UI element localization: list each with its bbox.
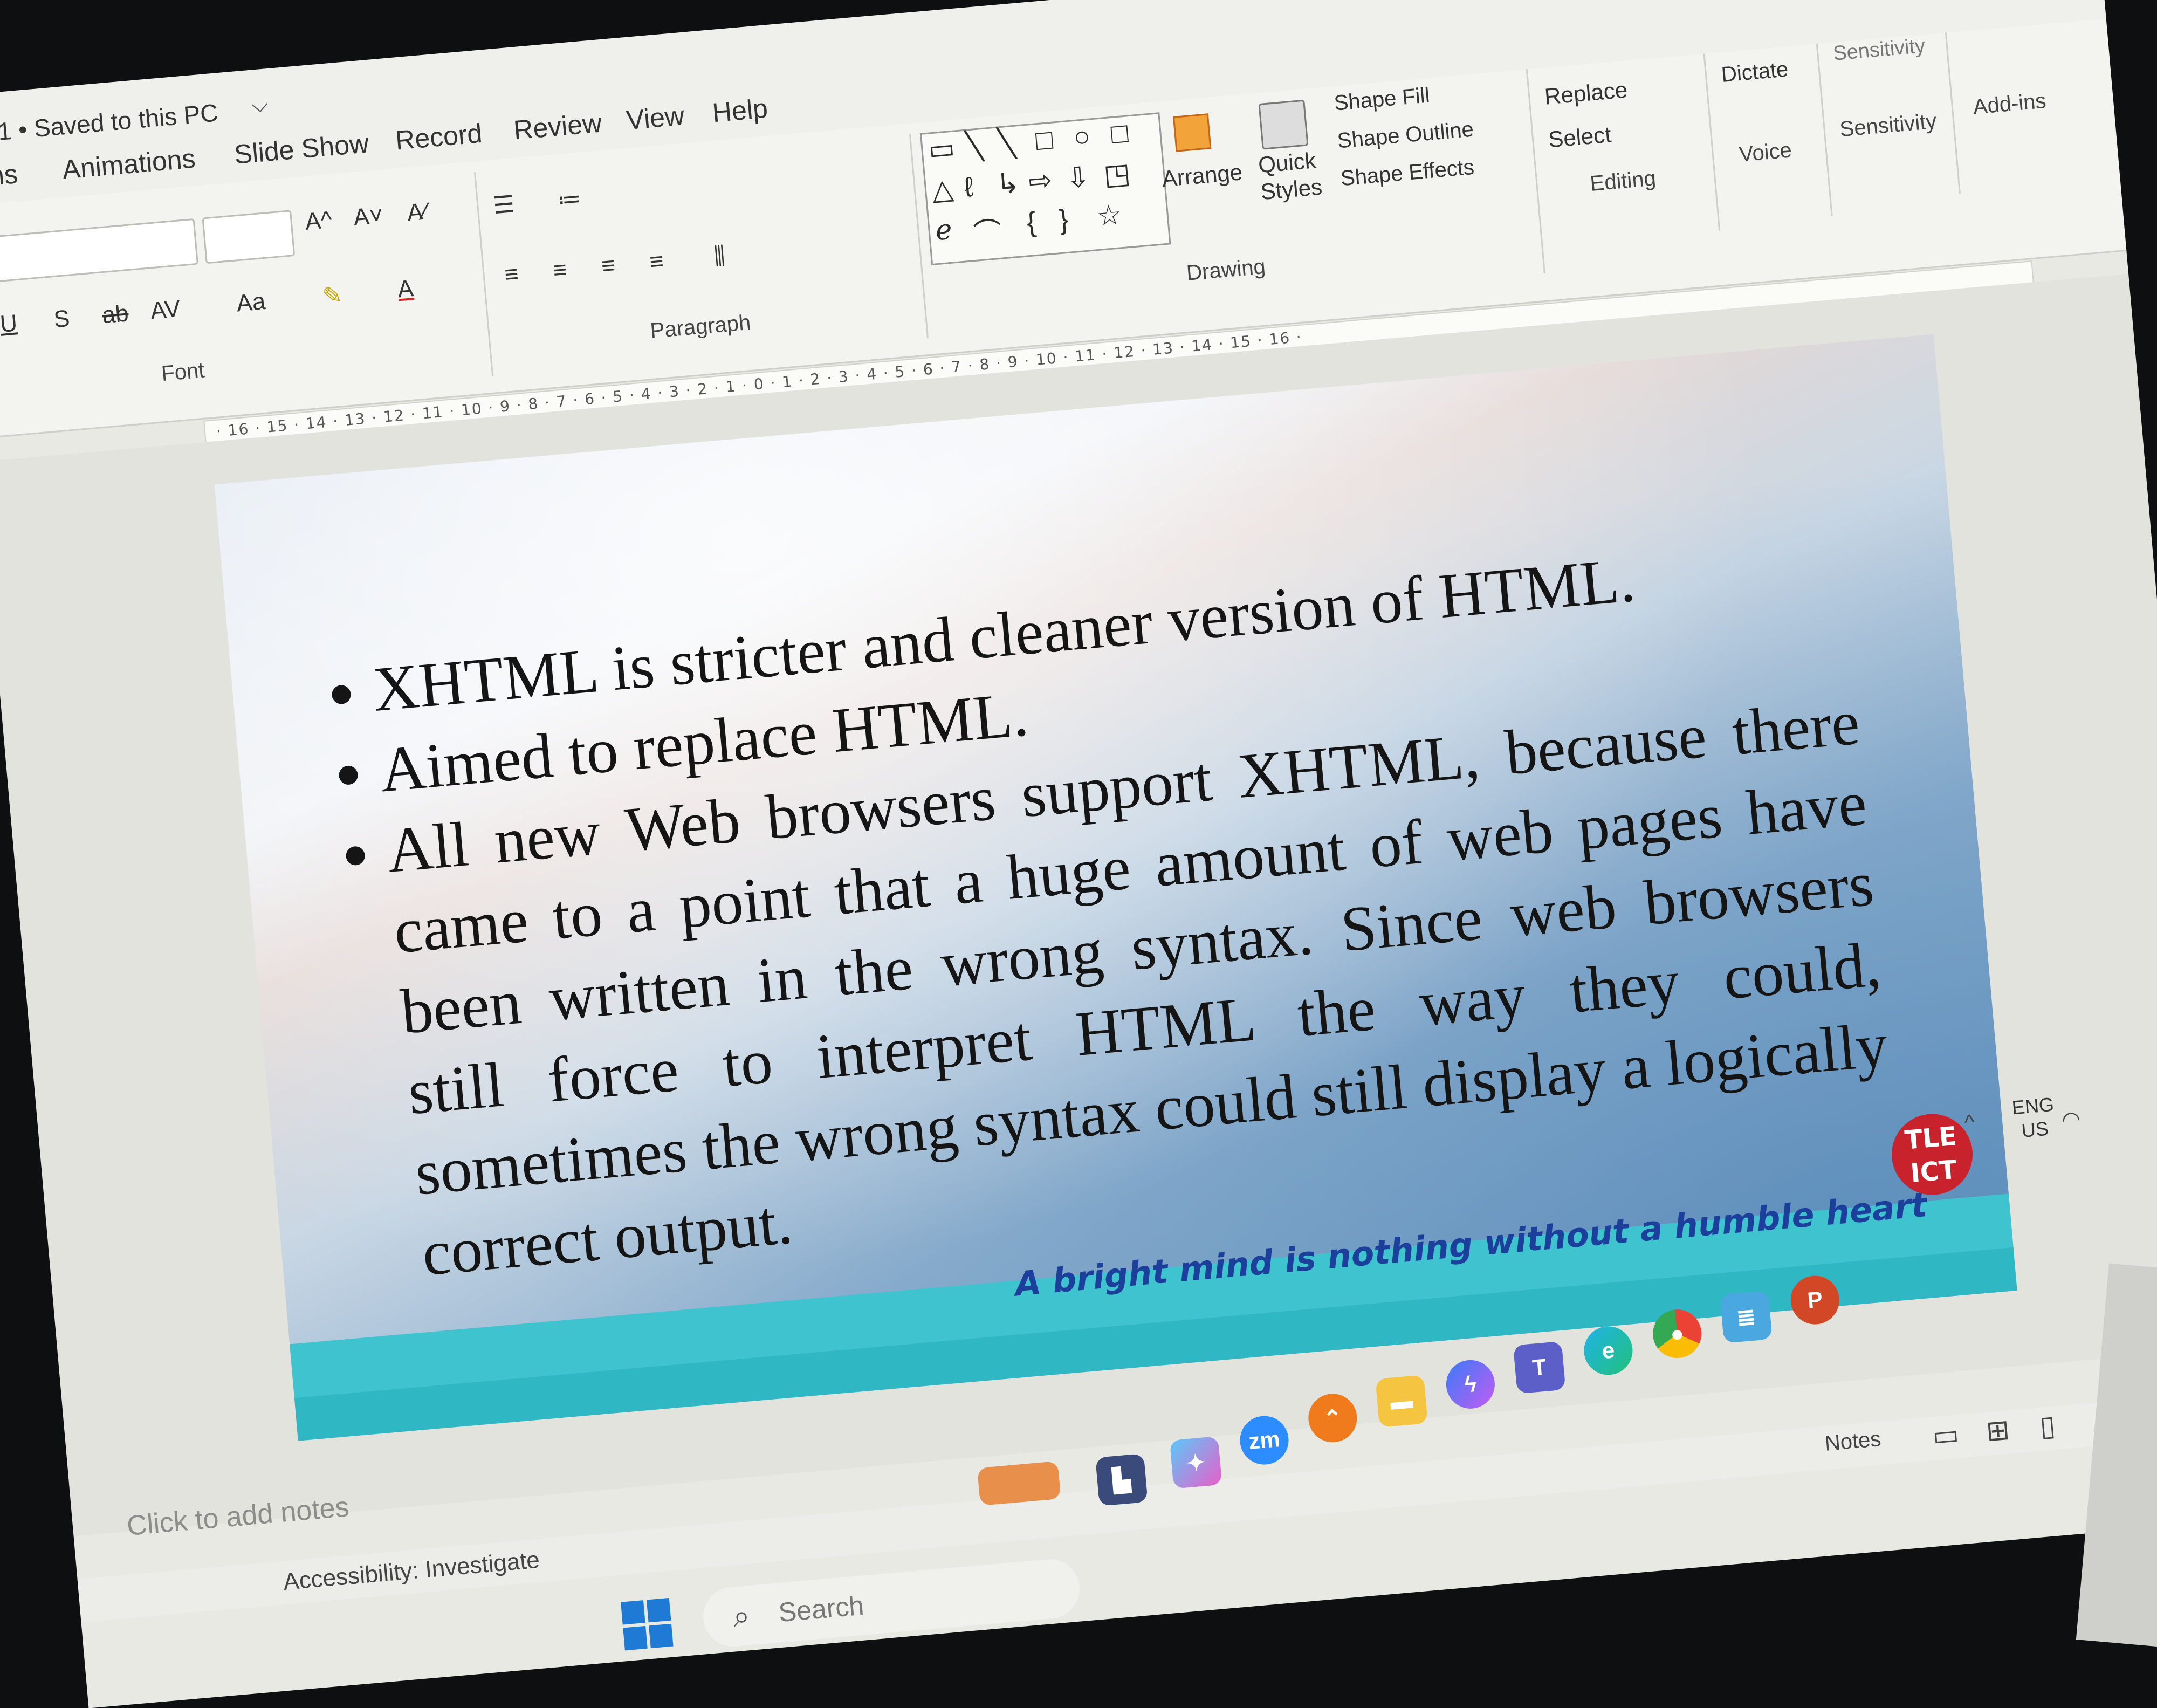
tle-ict-logo: TLE ICT [1888,1110,1976,1198]
tab-review[interactable]: Review [512,107,603,146]
ribbon-divider [1945,32,1961,194]
clear-formatting-button[interactable]: A⁄ [406,198,428,227]
chevron-down-icon[interactable]: ⌵ [251,92,269,118]
align-right-icon[interactable]: ≡ [600,252,616,280]
search-icon: ⌕ [731,1598,752,1634]
underline-button[interactable]: U [0,310,18,338]
quick-styles-icon[interactable] [1258,99,1309,150]
curve-shape[interactable]: ℯ [934,214,953,247]
strikethrough-button[interactable]: ab [101,300,129,329]
search-placeholder: Search [777,1590,865,1628]
slide-sorter-icon[interactable]: ⊞ [1985,1414,2011,1448]
font-name-combo[interactable] [0,218,198,285]
slide-body-textbox[interactable]: XHTML is stricter and cleaner version of… [311,521,1898,1300]
elbow-arrow-shape[interactable]: ↳ [995,167,1021,201]
tab-record[interactable]: Record [394,118,484,156]
text-box-shape[interactable]: ▭ [927,132,956,167]
arrange-button[interactable]: Arrange [1161,159,1244,192]
font-color-button[interactable]: A [396,275,415,303]
ribbon-divider [473,172,494,376]
align-left-icon[interactable]: ≡ [504,260,520,289]
ribbon-divider [1703,53,1721,231]
font-size-combo[interactable] [202,210,296,264]
tab-transitions[interactable]: itions [0,158,19,195]
left-brace-shape[interactable]: { [1025,206,1038,239]
columns-icon[interactable]: ⫼ [713,242,726,270]
bullet-list: XHTML is stricter and cleaner version of… [311,521,1898,1300]
select-button[interactable]: Select [1547,121,1612,153]
taskbar-widget-icon[interactable] [977,1461,1061,1506]
system-tray[interactable]: ENG US [2011,1093,2057,1143]
drawing-group-label: Drawing [1185,255,1267,285]
arrow-line-shape[interactable]: ╲ [997,127,1016,161]
copilot-icon[interactable]: ✦ [1169,1436,1222,1489]
change-case-button[interactable]: Aa [235,288,266,318]
shapes-gallery[interactable]: ▭ ╲ ╲ □ ○ □ △ ℓ ↳ ⇨ ⇩ ◳ ℯ ⌒ { } ☆ [919,112,1171,266]
arc-shape[interactable]: ⌒ [972,209,1003,252]
replace-button[interactable]: Replace [1543,77,1629,109]
add-ins-group-label: Add-ins [1972,88,2048,119]
grow-font-button[interactable]: A^ [304,207,333,236]
numbering-icon[interactable]: ≔ [557,184,582,214]
tab-help[interactable]: Help [711,93,770,129]
oval-shape[interactable]: ○ [1072,120,1092,154]
screen: Q1L1 • Saved to this PC ⌵ itions Animati… [0,0,2157,1708]
justify-icon[interactable]: ≡ [649,248,665,276]
ribbon-divider [1816,44,1833,216]
ribbon-divider [1526,69,1545,274]
shape-fill-button[interactable]: Shape Fill [1333,83,1431,115]
accessibility-status[interactable]: Accessibility: Investigate [282,1547,540,1596]
reading-view-icon[interactable]: ▯ [2038,1410,2057,1443]
shape-effects-button[interactable]: Shape Effects [1339,155,1475,191]
bullets-icon[interactable]: ☰ [492,190,516,219]
tab-slide-show[interactable]: Slide Show [233,127,370,170]
taskbar-search[interactable]: ⌕ Search [700,1556,1082,1649]
normal-view-icon[interactable]: ▭ [1931,1418,1960,1452]
language-indicator-2: US [2021,1117,2050,1142]
align-center-icon[interactable]: ≡ [552,256,568,284]
highlight-icon[interactable]: ✎ [321,282,344,311]
font-group-label: Font [160,358,206,386]
character-spacing-button[interactable]: AV [149,296,182,325]
shadow-button[interactable]: S [53,305,71,333]
folder-icon[interactable]: ▬ [1375,1375,1428,1428]
right-brace-shape[interactable]: } [1057,203,1070,236]
chevron-up-icon[interactable]: ^ [1963,1110,1976,1135]
voice-group-label: Voice [1738,138,1793,167]
tab-view[interactable]: View [625,100,685,136]
sensitivity-group-label: Sensitivity [1838,109,1938,142]
arrange-icon[interactable] [1172,113,1212,152]
rounded-rect-shape[interactable]: □ [1110,116,1130,150]
logo-text-line2: ICT [1909,1154,1958,1189]
editing-group-label: Editing [1589,166,1657,196]
quick-styles-label[interactable]: Quick [1257,147,1317,178]
teams-icon[interactable]: T [1513,1341,1566,1394]
rectangle-shape[interactable]: □ [1034,124,1054,157]
notes-toggle-button[interactable]: Notes [1824,1427,1882,1456]
file-explorer-icon[interactable]: ▙ [1095,1453,1148,1506]
dictate-button[interactable]: Dictate [1720,57,1789,87]
right-arrow-shape[interactable]: ⇨ [1027,164,1054,198]
language-indicator-1: ENG [2011,1093,2055,1119]
triangle-shape[interactable]: △ [931,173,955,207]
callout-shape[interactable]: ◳ [1102,157,1131,191]
slide[interactable]: XHTML is stricter and cleaner version of… [214,334,2017,1441]
quick-styles-label-2[interactable]: Styles [1260,174,1323,205]
notepad-icon[interactable]: ≣ [1720,1291,1773,1343]
star-shape[interactable]: ☆ [1095,198,1123,233]
tab-animations[interactable]: Animations [61,142,196,185]
wifi-icon[interactable]: ◠ [2060,1106,2082,1133]
down-arrow-shape[interactable]: ⇩ [1065,161,1091,195]
shape-outline-button[interactable]: Shape Outline [1336,118,1474,154]
connector-shape[interactable]: ℓ [963,171,974,204]
shrink-font-button[interactable]: A˅ [352,202,384,231]
paragraph-group-label: Paragraph [649,310,752,343]
windows-start-icon[interactable] [621,1597,674,1651]
line-shape[interactable]: ╲ [965,129,984,163]
